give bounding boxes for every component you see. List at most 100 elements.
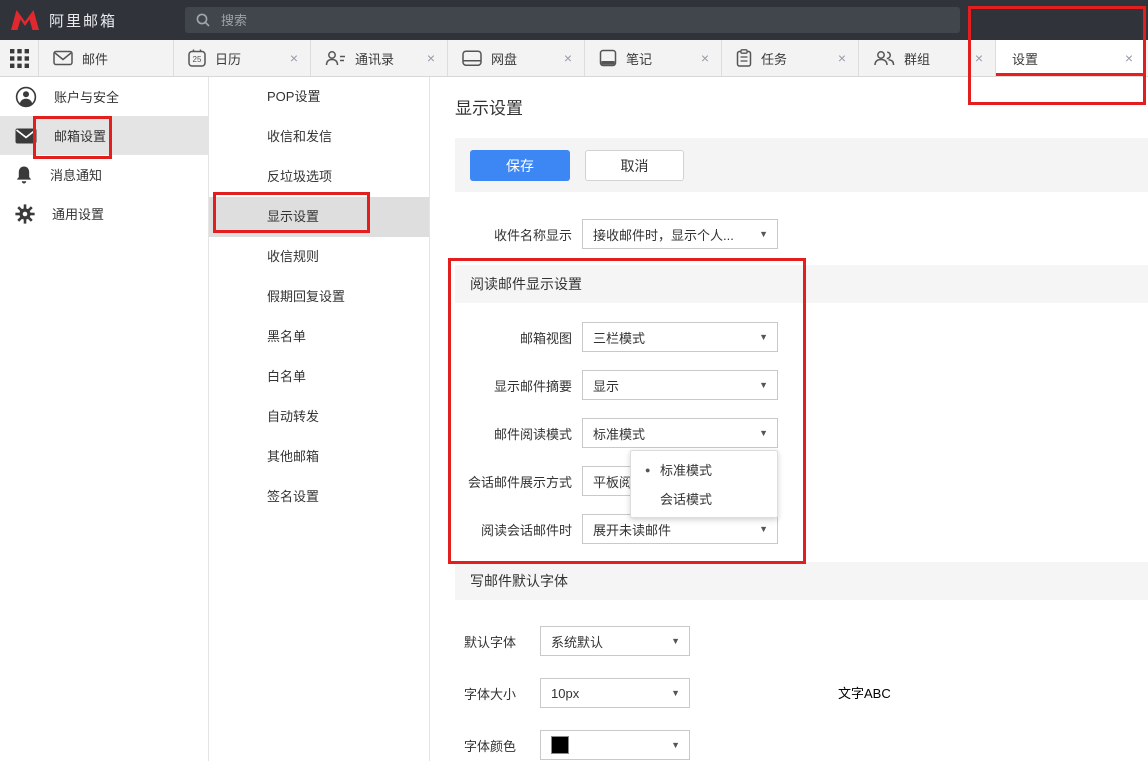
close-icon[interactable]: ×	[1125, 51, 1133, 65]
subsidebar-item-signature[interactable]: 签名设置	[209, 477, 429, 517]
bell-icon	[15, 165, 33, 185]
chevron-down-icon: ▼	[759, 524, 768, 534]
chevron-down-icon: ▼	[671, 636, 680, 646]
tab-notes[interactable]: 笔记 ×	[584, 40, 721, 76]
section-header-compose-default-font: 写邮件默认字体	[455, 562, 1148, 600]
page-title: 显示设置	[455, 94, 523, 119]
subsidebar-item-antispam[interactable]: 反垃圾选项	[209, 157, 429, 197]
subsidebar-item-mail-rules[interactable]: 收信规则	[209, 237, 429, 277]
sidebar-item-label: 账户与安全	[54, 87, 119, 106]
chevron-down-icon: ▼	[759, 332, 768, 342]
close-icon[interactable]: ×	[427, 51, 435, 65]
tab-label: 群组	[904, 49, 930, 68]
sidebar-item-label: 消息通知	[50, 165, 102, 184]
tab-label: 笔记	[626, 49, 652, 68]
field-label: 收件名称显示	[432, 225, 572, 244]
tab-groups[interactable]: 群组 ×	[858, 40, 995, 76]
field-read-conversation-mail: 阅读会话邮件时 展开未读邮件 ▼	[432, 514, 778, 544]
toolbar: 保存 取消	[455, 138, 1148, 192]
search-bar[interactable]	[185, 7, 960, 33]
field-mail-reading-mode: 邮件阅读模式 标准模式 ▼	[432, 418, 778, 448]
sidebar-item-notifications[interactable]: 消息通知	[0, 155, 208, 194]
app-title: 阿里邮箱	[49, 10, 117, 31]
field-font-color: 字体颜色 ▼	[430, 730, 690, 760]
chevron-down-icon: ▼	[759, 380, 768, 390]
close-icon[interactable]: ×	[564, 51, 572, 65]
tab-label: 任务	[761, 49, 787, 68]
svg-text:25: 25	[193, 55, 202, 64]
tab-label: 网盘	[491, 49, 517, 68]
close-icon[interactable]: ×	[975, 51, 983, 65]
chevron-down-icon: ▼	[759, 229, 768, 239]
font-size-select[interactable]: 10px ▼	[540, 678, 690, 708]
subsidebar-item-auto-forward[interactable]: 自动转发	[209, 397, 429, 437]
subsidebar-item-pop[interactable]: POP设置	[209, 77, 429, 117]
app-window: 阿里邮箱 邮件 25 日历 × 通讯录 × 网盘	[0, 0, 1148, 761]
font-color-select[interactable]: ▼	[540, 730, 690, 760]
field-label: 显示邮件摘要	[432, 376, 572, 395]
close-icon[interactable]: ×	[701, 51, 709, 65]
close-icon[interactable]: ×	[838, 51, 846, 65]
search-icon	[196, 13, 210, 27]
tab-tasks[interactable]: 任务 ×	[721, 40, 858, 76]
app-logo: 阿里邮箱	[10, 9, 117, 31]
chevron-down-icon: ▼	[671, 688, 680, 698]
mail-reading-mode-select[interactable]: 标准模式 ▼	[582, 418, 778, 448]
select-value: 接收邮件时，显示个人...	[593, 225, 734, 244]
subsidebar-item-other-mailbox[interactable]: 其他邮箱	[209, 437, 429, 477]
subsidebar-item-display-settings[interactable]: 显示设置	[209, 197, 429, 237]
subsidebar-item-blacklist[interactable]: 黑名单	[209, 317, 429, 357]
contacts-icon	[325, 50, 346, 66]
sidebar-item-general-settings[interactable]: 通用设置	[0, 194, 208, 233]
select-value: 展开未读邮件	[593, 520, 671, 539]
default-font-select[interactable]: 系统默认 ▼	[540, 626, 690, 656]
tab-drive[interactable]: 网盘 ×	[447, 40, 584, 76]
mailbox-view-select[interactable]: 三栏模式 ▼	[582, 322, 778, 352]
subsidebar-item-whitelist[interactable]: 白名单	[209, 357, 429, 397]
field-label: 会话邮件展示方式	[432, 472, 572, 491]
apps-grid-icon[interactable]	[0, 40, 38, 76]
field-label: 默认字体	[430, 632, 516, 651]
field-recipient-name-display: 收件名称显示 接收邮件时，显示个人... ▼	[432, 219, 778, 249]
select-value: 三栏模式	[593, 328, 645, 347]
tab-mail[interactable]: 邮件	[38, 40, 173, 76]
select-value: 10px	[551, 686, 579, 701]
mail-icon	[53, 50, 73, 66]
recipient-name-display-select[interactable]: 接收邮件时，显示个人... ▼	[582, 219, 778, 249]
drive-icon	[462, 50, 482, 66]
tab-label: 通讯录	[355, 49, 394, 68]
sidebar-item-account-security[interactable]: 账户与安全	[0, 77, 208, 116]
tab-contacts[interactable]: 通讯录 ×	[310, 40, 447, 76]
tab-settings[interactable]: 设置 ×	[995, 40, 1145, 76]
reading-mode-dropdown-panel: ● 标准模式 会话模式	[630, 450, 778, 518]
calendar-icon: 25	[188, 49, 206, 67]
field-font-size: 字体大小 10px ▼	[430, 678, 690, 708]
cancel-button[interactable]: 取消	[585, 150, 684, 181]
topbar: 阿里邮箱	[0, 0, 1148, 40]
show-mail-summary-select[interactable]: 显示 ▼	[582, 370, 778, 400]
alimail-m-logo-icon	[10, 9, 40, 31]
read-conversation-mail-select[interactable]: 展开未读邮件 ▼	[582, 514, 778, 544]
section-title: 写邮件默认字体	[470, 573, 568, 589]
subsidebar-item-send-receive[interactable]: 收信和发信	[209, 117, 429, 157]
field-mailbox-view: 邮箱视图 三栏模式 ▼	[432, 322, 778, 352]
save-button[interactable]: 保存	[470, 150, 570, 181]
selected-bullet-icon: ●	[645, 465, 660, 475]
sidebar-item-label: 通用设置	[52, 204, 104, 223]
subsidebar-item-vacation-reply[interactable]: 假期回复设置	[209, 277, 429, 317]
chevron-down-icon: ▼	[759, 428, 768, 438]
section-title: 阅读邮件显示设置	[470, 276, 582, 292]
tab-label: 邮件	[82, 49, 108, 68]
close-icon[interactable]: ×	[290, 51, 298, 65]
field-show-mail-summary: 显示邮件摘要 显示 ▼	[432, 370, 778, 400]
font-preview-text: 文字ABC	[838, 683, 891, 702]
sidebar-item-mail-settings[interactable]: 邮箱设置	[0, 116, 208, 155]
tab-calendar[interactable]: 25 日历 ×	[173, 40, 310, 76]
search-input[interactable]	[219, 12, 863, 29]
dropdown-option-conversation-mode[interactable]: 会话模式	[631, 484, 777, 513]
tabbar: 邮件 25 日历 × 通讯录 × 网盘 × 笔记 × 任务 ×	[0, 40, 1148, 77]
option-label: 会话模式	[660, 489, 712, 508]
dropdown-option-standard-mode[interactable]: ● 标准模式	[631, 455, 777, 484]
color-swatch	[551, 736, 569, 754]
tab-label: 日历	[215, 49, 241, 68]
